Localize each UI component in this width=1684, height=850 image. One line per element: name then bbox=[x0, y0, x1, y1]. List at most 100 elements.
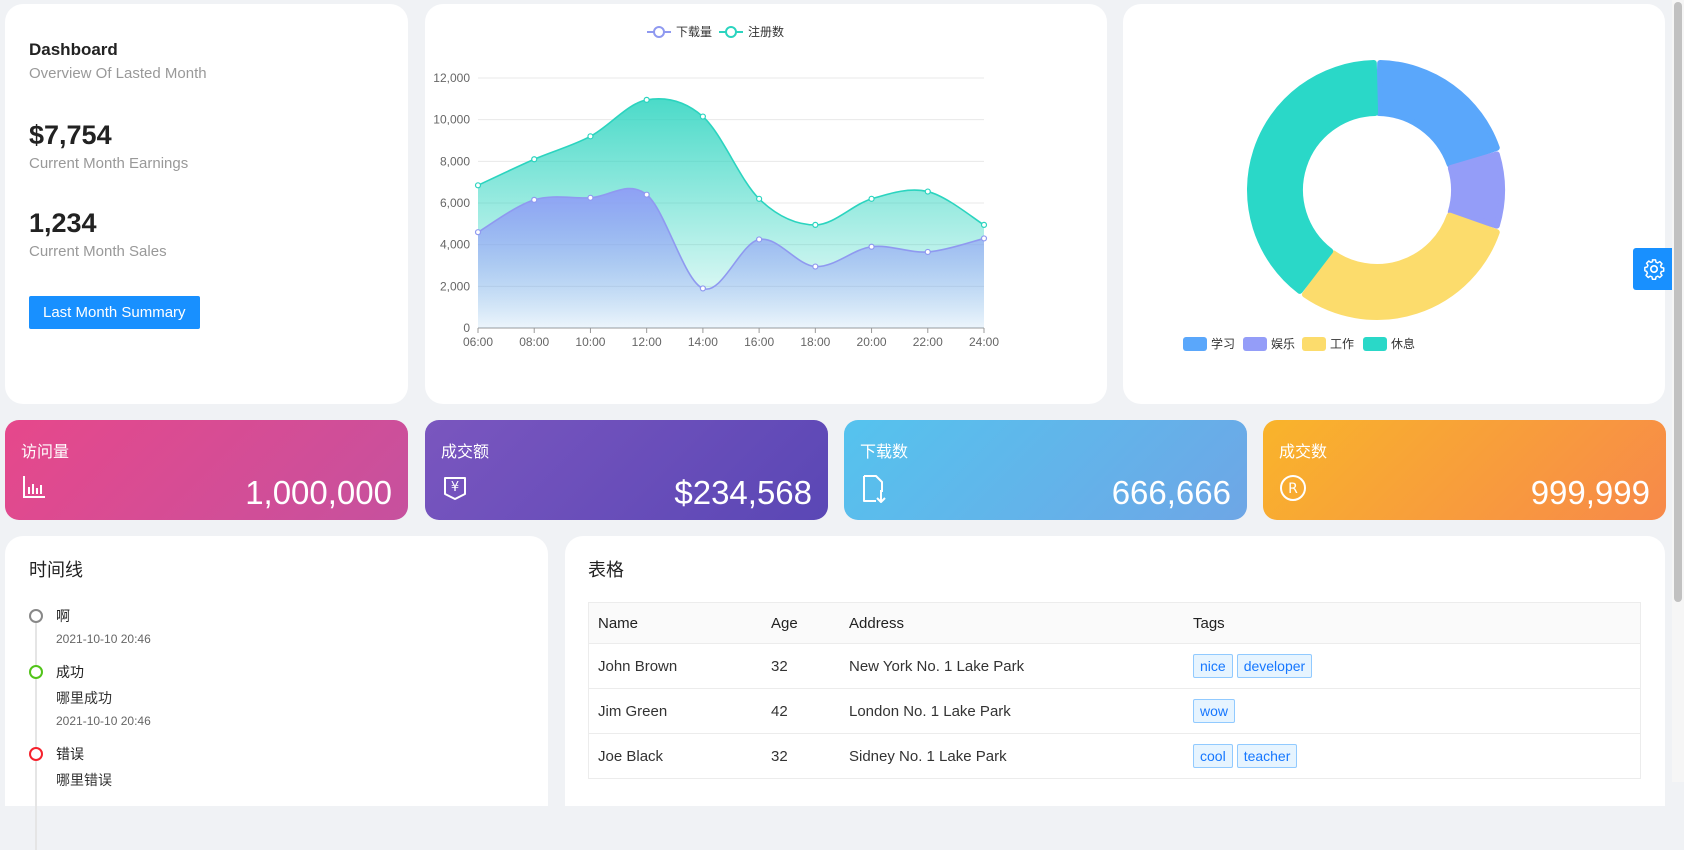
donut-slice bbox=[1375, 60, 1500, 168]
cell-address: London No. 1 Lake Park bbox=[840, 688, 1184, 734]
data-point bbox=[474, 229, 482, 236]
x-tick-label: 14:00 bbox=[688, 335, 718, 349]
data-point bbox=[868, 195, 875, 202]
data-point bbox=[531, 156, 538, 163]
data-point bbox=[924, 188, 931, 195]
timeline: 啊 2021-10-10 20:46 成功 哪里成功 2021-10-10 20… bbox=[29, 606, 524, 850]
timeline-item-title: 错误 bbox=[56, 746, 84, 762]
legend-label: 学习 bbox=[1211, 336, 1235, 351]
legend-label: 工作 bbox=[1330, 337, 1354, 351]
line-chart-card: 0 2,000 4,000 6,000 8,000 10,000 12,000 06:00 08… bbox=[425, 4, 1107, 404]
timeline-card: 时间线 啊 2021-10-10 20:46 成功 哪里成功 2021-10-1… bbox=[5, 536, 548, 850]
cell-name: Jim Green bbox=[588, 688, 762, 734]
money-icon: ¥ bbox=[441, 474, 469, 507]
table-title: 表格 bbox=[588, 560, 624, 580]
data-point bbox=[980, 235, 988, 242]
stat-value: 1,000,000 bbox=[245, 474, 392, 511]
y-tick-label: 2,000 bbox=[440, 279, 470, 293]
page-scrollbar[interactable] bbox=[1672, 0, 1684, 782]
y-tick-label: 6,000 bbox=[440, 196, 470, 210]
y-tick-label: 0 bbox=[463, 321, 470, 335]
tag[interactable]: developer bbox=[1236, 654, 1313, 678]
x-tick-label: 06:00 bbox=[463, 335, 493, 349]
cell-tags: nice developer bbox=[1184, 643, 1641, 689]
cell-address: Sidney No. 1 Lake Park bbox=[840, 733, 1184, 779]
column-header-name: Name bbox=[588, 602, 762, 644]
table-row: Joe Black 32 Sidney No. 1 Lake Park cool… bbox=[588, 733, 1641, 779]
y-tick-label: 4,000 bbox=[440, 238, 470, 252]
scrollbar-thumb[interactable] bbox=[1674, 2, 1682, 602]
column-header-address: Address bbox=[840, 602, 1184, 644]
tag[interactable]: cool bbox=[1193, 744, 1233, 768]
timeline-dot bbox=[29, 609, 43, 623]
data-point bbox=[868, 243, 875, 250]
data-point bbox=[643, 96, 650, 103]
data-point bbox=[643, 191, 650, 198]
stat-card-amount: 成交额 ¥ $234,568 bbox=[425, 420, 828, 520]
column-header-age: Age bbox=[762, 602, 840, 644]
stat-label: 下载数 bbox=[860, 444, 909, 461]
data-point bbox=[812, 221, 819, 228]
donut-chart-card: 学习 娱乐 工作 休息 bbox=[1123, 4, 1665, 404]
timeline-item-desc: 哪里错误 bbox=[56, 772, 112, 788]
x-tick-label: 18:00 bbox=[800, 335, 830, 349]
timeline-dot bbox=[29, 747, 43, 761]
timeline-title: 时间线 bbox=[29, 560, 83, 580]
cell-name: John Brown bbox=[588, 643, 762, 689]
cell-tags: cool teacher bbox=[1184, 733, 1641, 779]
x-tick-label: 08:00 bbox=[519, 335, 549, 349]
legend-marker bbox=[653, 26, 665, 38]
stat-value: 999,999 bbox=[1530, 474, 1650, 511]
cell-address: New York No. 1 Lake Park bbox=[840, 643, 1184, 689]
timeline-item-title: 啊 bbox=[56, 608, 70, 624]
timeline-dot bbox=[29, 665, 43, 679]
tag[interactable]: teacher bbox=[1236, 744, 1298, 768]
last-month-summary-button[interactable]: Last Month Summary bbox=[29, 296, 200, 329]
data-point bbox=[980, 221, 988, 228]
legend-swatch bbox=[1243, 337, 1267, 351]
data-point bbox=[531, 196, 538, 203]
cell-age: 42 bbox=[762, 688, 840, 734]
data-point bbox=[924, 248, 931, 256]
stat-label: 成交额 bbox=[441, 444, 490, 461]
x-tick-label: 12:00 bbox=[632, 335, 662, 349]
stat-label: 成交数 bbox=[1279, 444, 1328, 461]
tag[interactable]: nice bbox=[1193, 654, 1233, 678]
column-header-tags: Tags bbox=[1184, 602, 1641, 644]
earnings-caption: Current Month Earnings bbox=[29, 155, 189, 172]
timeline-line bbox=[35, 620, 37, 850]
area-chart: 0 2,000 4,000 6,000 8,000 10,000 12,000 06:00 08… bbox=[433, 24, 999, 349]
bar-chart-icon bbox=[21, 474, 47, 505]
timeline-item-desc: 哪里成功 bbox=[56, 690, 112, 706]
stat-card-deals: 成交数 R 999,999 bbox=[1263, 420, 1666, 520]
gear-icon bbox=[1644, 259, 1665, 280]
data-point bbox=[587, 194, 594, 201]
table-row: Jim Green 42 London No. 1 Lake Park wow bbox=[588, 688, 1641, 734]
svg-text:¥: ¥ bbox=[451, 480, 459, 495]
y-tick-label: 12,000 bbox=[433, 71, 470, 85]
x-tick-label: 24:00 bbox=[969, 335, 999, 349]
data-point bbox=[756, 195, 763, 202]
data-point bbox=[756, 236, 763, 243]
legend-label: 休息 bbox=[1391, 336, 1415, 351]
table-header-row: Name Age Address Tags bbox=[588, 602, 1641, 644]
cell-tags: wow bbox=[1184, 688, 1641, 734]
donut-slice bbox=[1447, 151, 1505, 229]
cell-age: 32 bbox=[762, 643, 840, 689]
stat-value: $234,568 bbox=[674, 474, 812, 511]
x-tick-label: 10:00 bbox=[575, 335, 605, 349]
data-point bbox=[699, 113, 706, 120]
table-row: John Brown 32 New York No. 1 Lake Park n… bbox=[588, 643, 1641, 689]
settings-button[interactable] bbox=[1633, 248, 1675, 290]
download-file-icon bbox=[860, 474, 888, 509]
legend-swatch bbox=[1183, 337, 1207, 351]
timeline-item: 错误 哪里错误 bbox=[29, 744, 524, 790]
legend-label: 注册数 bbox=[748, 24, 784, 39]
legend-swatch bbox=[1363, 337, 1387, 351]
cell-age: 32 bbox=[762, 733, 840, 779]
timeline-item: 啊 2021-10-10 20:46 bbox=[29, 606, 524, 646]
cell-name: Joe Black bbox=[588, 733, 762, 779]
tag[interactable]: wow bbox=[1193, 699, 1236, 723]
stat-card-downloads: 下载数 666,666 bbox=[844, 420, 1247, 520]
donut-slice bbox=[1247, 60, 1379, 294]
